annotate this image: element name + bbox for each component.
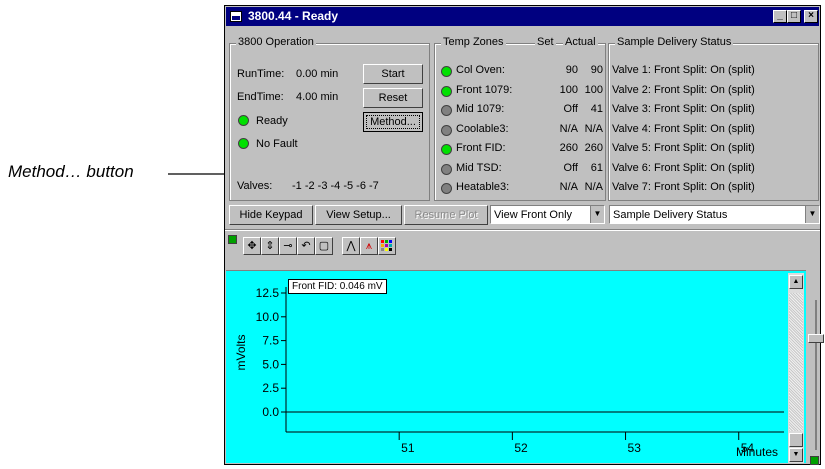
zone-status-icon [441,66,452,77]
ready-status-icon [238,115,249,126]
chevron-down-icon[interactable]: ▼ [805,206,819,223]
zone-actual: 61 [590,161,603,174]
zone-status-icon [441,105,452,116]
zone-status-icon [441,183,452,194]
delivery-row: Valve 2: Front Split: On (split) [612,83,755,96]
x-axis-label: Minutes [736,445,778,459]
x-tick-label: 52 [514,441,528,455]
view-setup-button[interactable]: View Setup... [315,205,402,225]
temp-zones-header-actual: Actual [563,36,598,48]
zone-name: Mid TSD: [456,161,502,174]
scale-icon[interactable]: ⇕ [261,237,279,255]
zone-status-icon [441,144,452,155]
delivery-row: Valve 7: Front Split: On (split) [612,181,755,193]
zone-actual: N/A [584,122,603,135]
chromatogram-chart[interactable]: 12.510.07.55.02.50.051 52 53 54mVoltsMinute… [226,270,806,463]
baseline-icon[interactable]: ⩚ [360,237,378,255]
y-tick-label: 10.0 [256,310,280,324]
zone-actual: 90 [590,64,603,76]
zone-name: Mid 1079: [456,103,505,115]
x-tick-label: 51 [401,441,415,455]
valves-value: -1 -2 -3 -4 -5 -6 -7 [292,180,379,192]
delivery-group-label: Sample Delivery Status [615,36,734,48]
endtime-label: EndTime: [237,91,284,103]
zone-actual: N/A [584,181,603,193]
undo-zoom-icon[interactable]: ↶ [297,237,315,255]
zoom-slider-track[interactable] [815,300,817,450]
status-select[interactable]: Sample Delivery Status ▼ [609,205,820,224]
zone-name: Coolable3: [456,122,509,135]
app-icon[interactable] [230,11,242,22]
delivery-row: Valve 1: Front Split: On (split) [612,64,755,76]
plot-scrollbar[interactable]: ▲ ▼ [788,273,804,463]
overlay-icon[interactable]: ▢ [315,237,333,255]
delivery-row: Valve 6: Front Split: On (split) [612,161,755,174]
delivery-row: Valve 4: Front Split: On (split) [612,122,755,135]
zone-status-icon [441,124,452,136]
zone-name: Front 1079: [456,83,513,96]
toolbar-toggle-icon[interactable] [228,235,237,244]
close-button[interactable]: × [804,10,818,23]
x-tick-label: 53 [628,441,642,455]
zone-name: Col Oven: [456,64,505,76]
ready-status-label: Ready [256,115,288,127]
slider-toggle-icon[interactable] [810,456,819,465]
peak-icon[interactable]: ⋀ [342,237,360,255]
color-palette-icon[interactable] [378,237,396,255]
runtime-label: RunTime: [237,68,285,80]
y-tick-label: 5.0 [262,357,279,371]
maximize-button[interactable]: □ [787,10,801,23]
pane-divider [225,229,820,231]
temp-zones-group-label: Temp Zones [441,36,506,48]
start-button[interactable]: Start [363,64,423,84]
move-icon[interactable]: ✥ [243,237,261,255]
resume-plot-button[interactable]: Resume Plot [404,205,488,225]
y-axis-label: mVolts [234,334,248,370]
scroll-down-icon[interactable]: ▼ [789,448,803,462]
temp-zones-header-set: Set [535,36,556,48]
y-tick-label: 7.5 [262,334,279,348]
delivery-row: Valve 3: Front Split: On (split) [612,103,755,115]
zone-status-icon [441,85,452,97]
valves-label: Valves: [237,180,273,192]
minimize-button[interactable]: _ [773,10,787,23]
readout-box: Front FID: 0.046 mV [288,279,387,294]
chevron-down-icon[interactable]: ▼ [590,206,604,223]
zone-status-icon [441,163,452,175]
delivery-row: Valve 5: Front Split: On (split) [612,142,755,154]
method-button[interactable]: Method... [363,112,423,132]
zone-actual: 41 [590,103,603,115]
fault-status-icon [238,138,249,149]
scroll-up-icon[interactable]: ▲ [789,275,803,289]
hide-keypad-button[interactable]: Hide Keypad [229,205,313,225]
zone-name: Heatable3: [456,181,510,193]
zone-actual: 100 [584,83,603,96]
zone-name: Front FID: [456,142,506,154]
y-tick-label: 12.5 [256,286,280,300]
endtime-value: 4.00 min [296,91,339,103]
scroll-track[interactable] [789,293,803,431]
window-title: 3800.44 - Ready [248,9,339,23]
zone-actual: 260 [584,142,603,154]
y-tick-label: 0.0 [262,405,279,419]
scroll-thumb[interactable] [789,433,803,447]
zoom-slider-thumb[interactable] [808,334,824,343]
title-bar[interactable]: 3800.44 - Ready _ □ × [226,7,819,26]
y-tick-label: 2.5 [262,381,279,395]
connect-icon[interactable]: ⊸ [279,237,297,255]
view-select-value: View Front Only [494,209,573,221]
view-select[interactable]: View Front Only ▼ [490,205,605,224]
fault-status-label: No Fault [256,138,298,150]
operation-group-label: 3800 Operation [236,36,316,48]
reset-button[interactable]: Reset [363,88,423,108]
runtime-value: 0.00 min [296,68,339,80]
status-select-value: Sample Delivery Status [613,209,728,221]
